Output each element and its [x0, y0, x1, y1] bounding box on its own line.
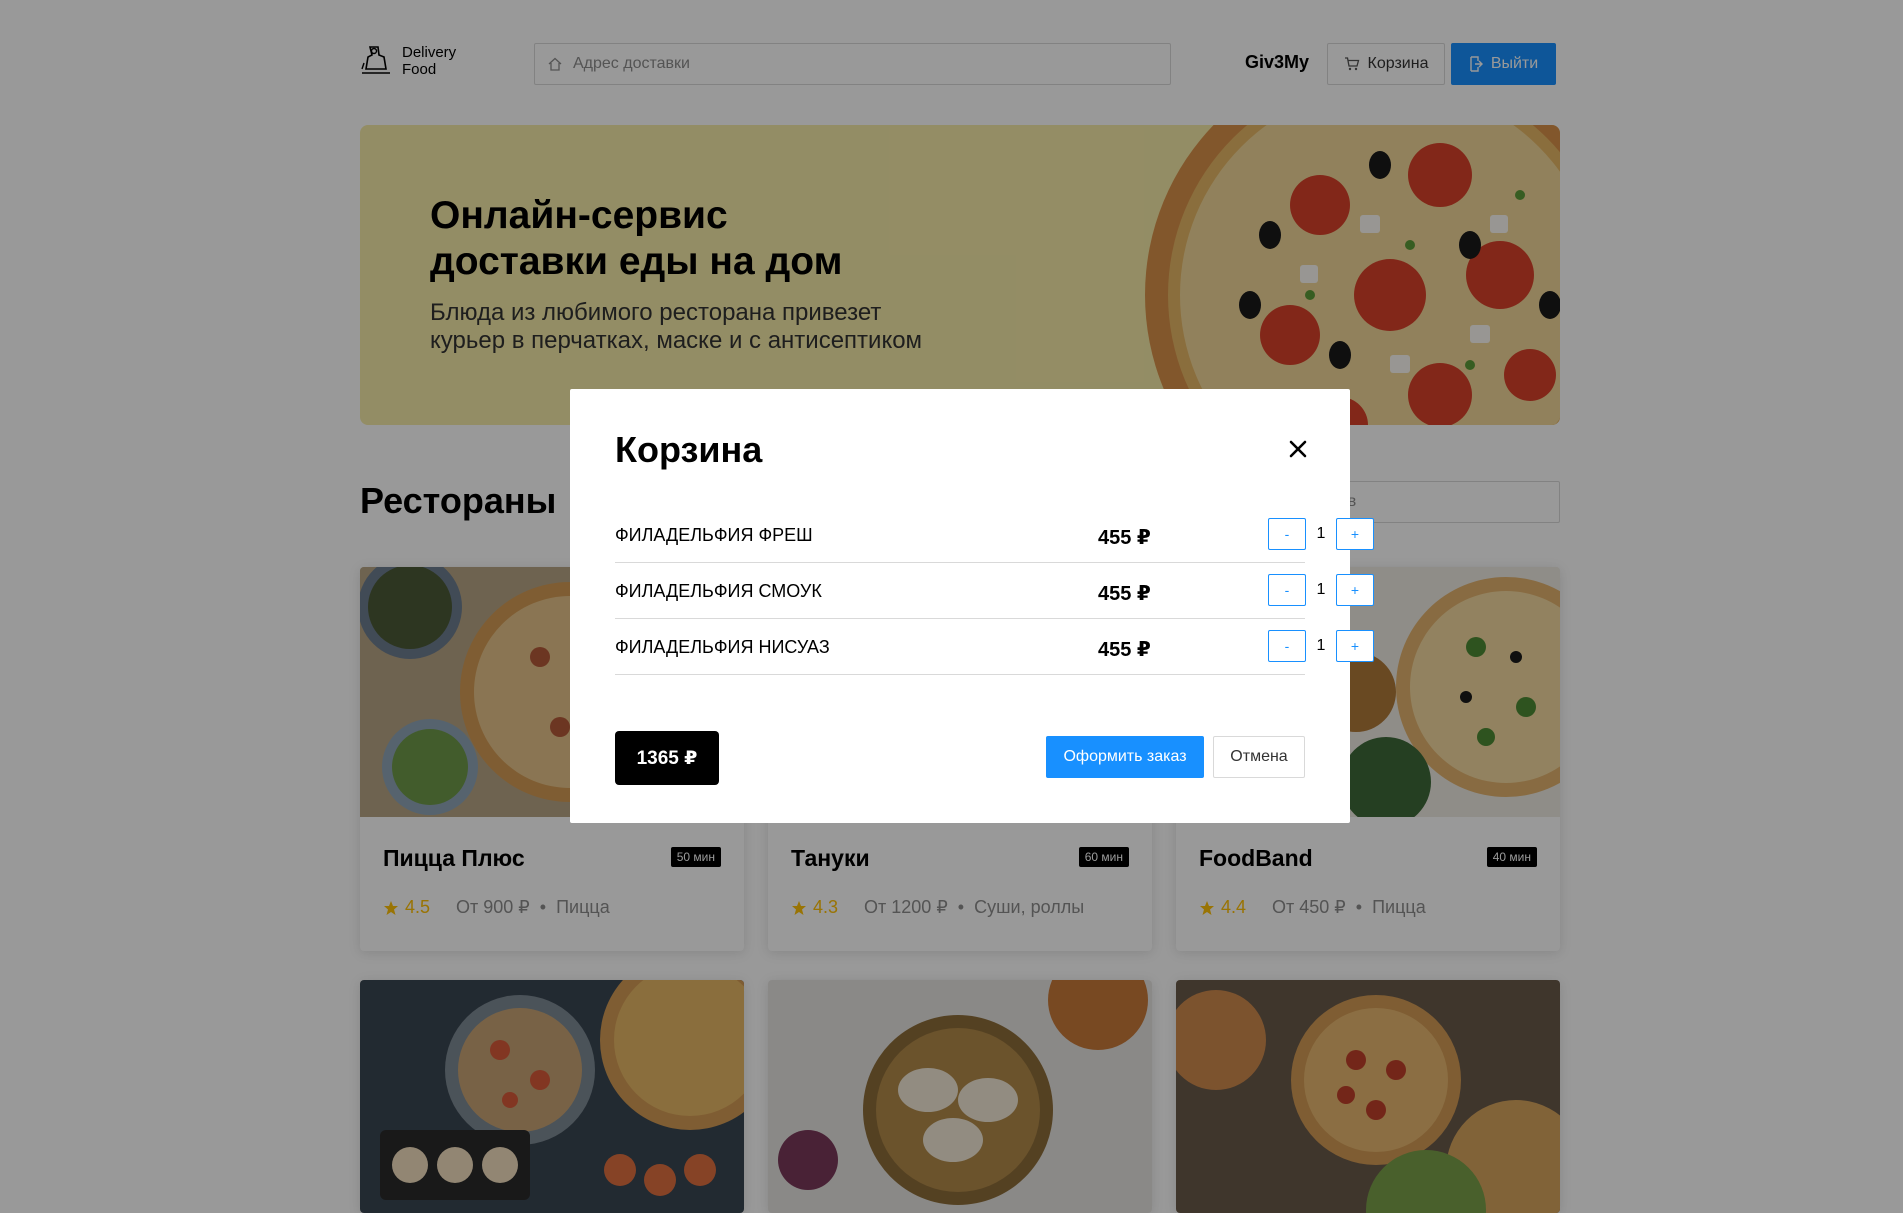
cart-item-name: ФИЛАДЕЛЬФИЯ СМОУК: [615, 581, 822, 601]
cart-item: ФИЛАДЕЛЬФИЯ НИСУАЗ 455 ₽ - 1 +: [615, 619, 1374, 675]
cart-total: 1365 ₽: [615, 731, 719, 785]
modal-title: Корзина: [615, 429, 763, 470]
cancel-button[interactable]: Отмена: [1213, 736, 1305, 778]
cart-items-list: ФИЛАДЕЛЬФИЯ ФРЕШ 455 ₽ - 1 + ФИЛАДЕЛЬФИЯ…: [615, 507, 1374, 675]
quantity-value: 1: [1316, 637, 1326, 654]
close-button[interactable]: [1286, 437, 1310, 461]
decrease-button[interactable]: -: [1268, 518, 1306, 550]
decrease-button[interactable]: -: [1268, 630, 1306, 662]
quantity-stepper: - 1 +: [1268, 630, 1374, 662]
cart-item-name: ФИЛАДЕЛЬФИЯ НИСУАЗ: [615, 637, 830, 657]
close-icon: [1289, 440, 1307, 458]
quantity-value: 1: [1316, 525, 1326, 542]
increase-button[interactable]: +: [1336, 574, 1374, 606]
cart-item-price: 455 ₽: [1098, 527, 1151, 549]
quantity-stepper: - 1 +: [1268, 574, 1374, 606]
decrease-button[interactable]: -: [1268, 574, 1306, 606]
increase-button[interactable]: +: [1336, 630, 1374, 662]
quantity-value: 1: [1316, 581, 1326, 598]
increase-button[interactable]: +: [1336, 518, 1374, 550]
checkout-button[interactable]: Оформить заказ: [1046, 736, 1204, 778]
cart-item: ФИЛАДЕЛЬФИЯ СМОУК 455 ₽ - 1 +: [615, 563, 1374, 619]
cart-item-name: ФИЛАДЕЛЬФИЯ ФРЕШ: [615, 525, 813, 545]
cart-item-price: 455 ₽: [1098, 583, 1151, 605]
cart-item: ФИЛАДЕЛЬФИЯ ФРЕШ 455 ₽ - 1 +: [615, 507, 1374, 563]
quantity-stepper: - 1 +: [1268, 518, 1374, 550]
cart-modal: Корзина ФИЛАДЕЛЬФИЯ ФРЕШ 455 ₽ - 1 + ФИЛ…: [570, 389, 1374, 823]
cart-item-price: 455 ₽: [1098, 639, 1151, 661]
